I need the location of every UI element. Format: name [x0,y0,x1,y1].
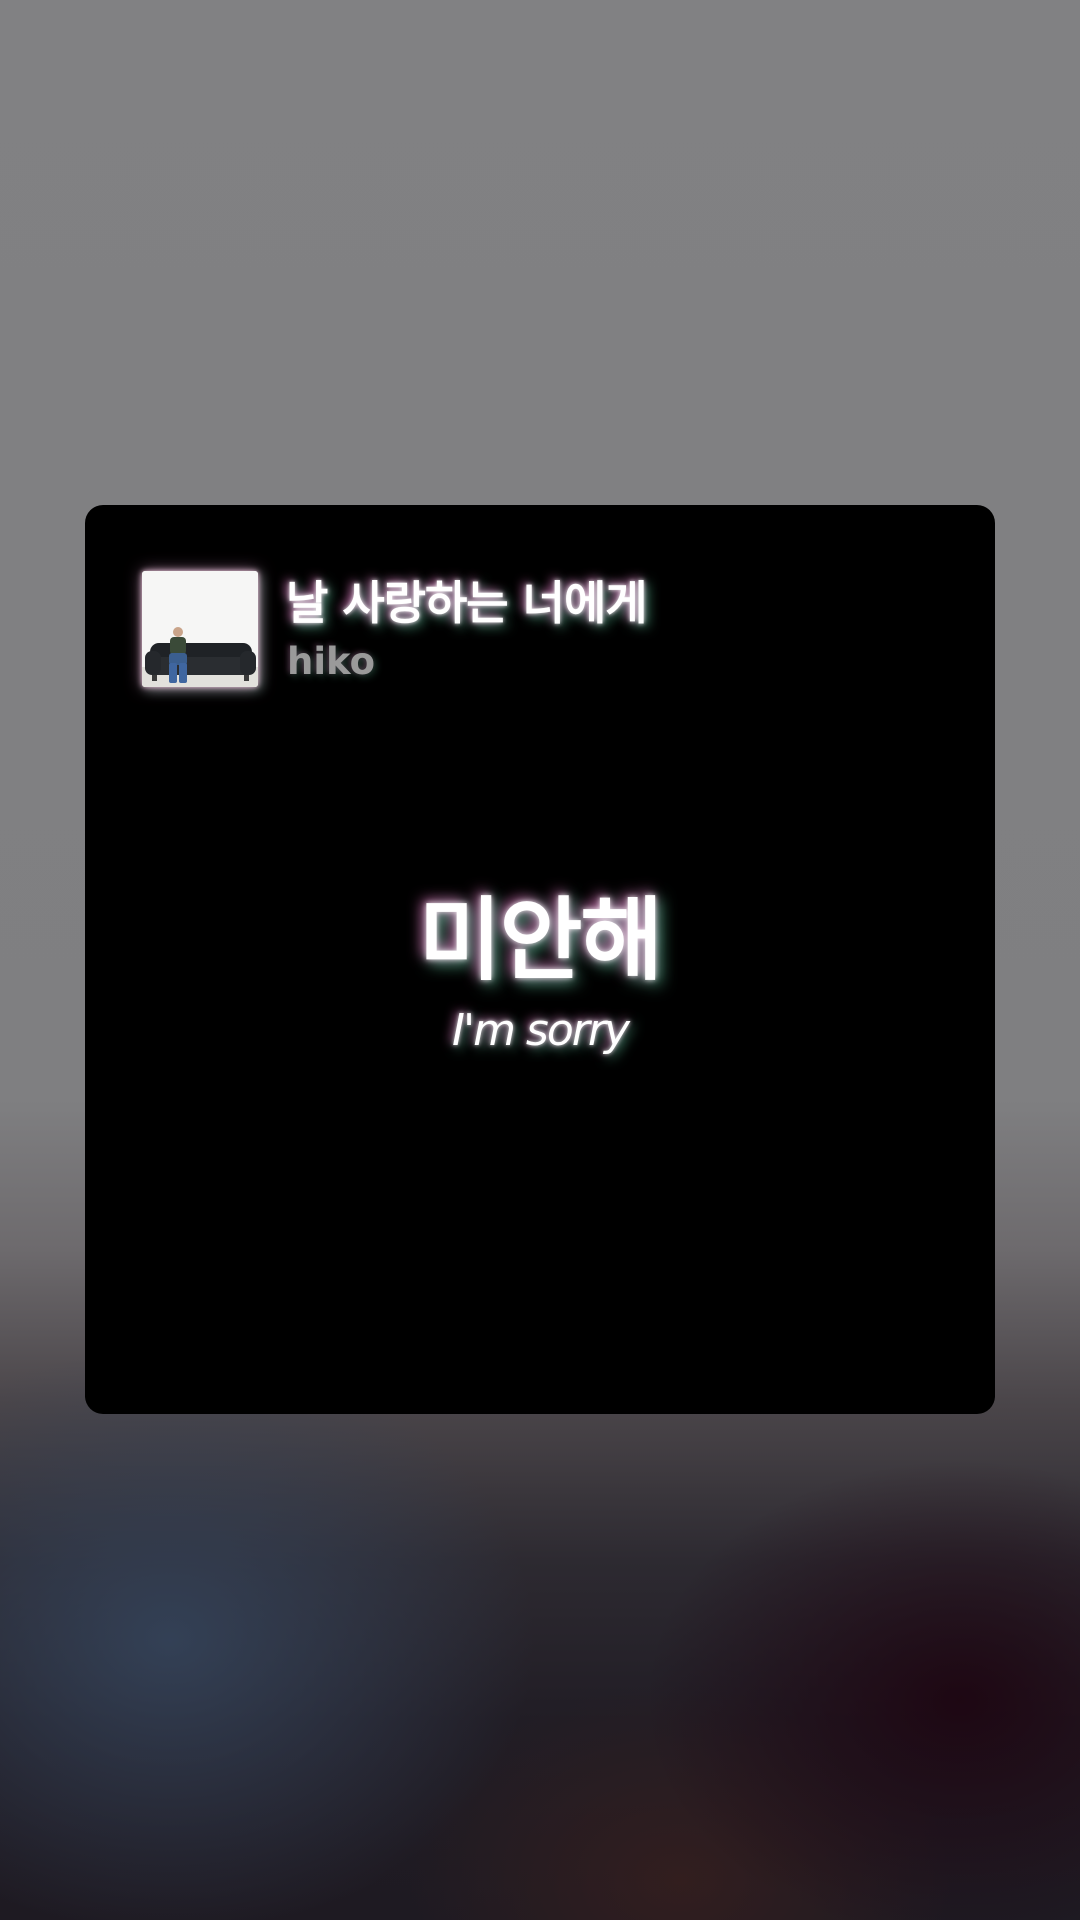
artist-name: hiko [287,640,376,683]
album-art[interactable] [142,571,258,687]
song-title: 날 사랑하는 너에게 [286,576,648,630]
lyrics-card[interactable]: 날 사랑하는 너에게 hiko 미안해 I'm sorry [85,505,995,1414]
lyric-translation: I'm sorry [452,1005,630,1056]
album-cover-icon [142,571,258,687]
current-lyric-line: 미안해 [418,888,663,993]
